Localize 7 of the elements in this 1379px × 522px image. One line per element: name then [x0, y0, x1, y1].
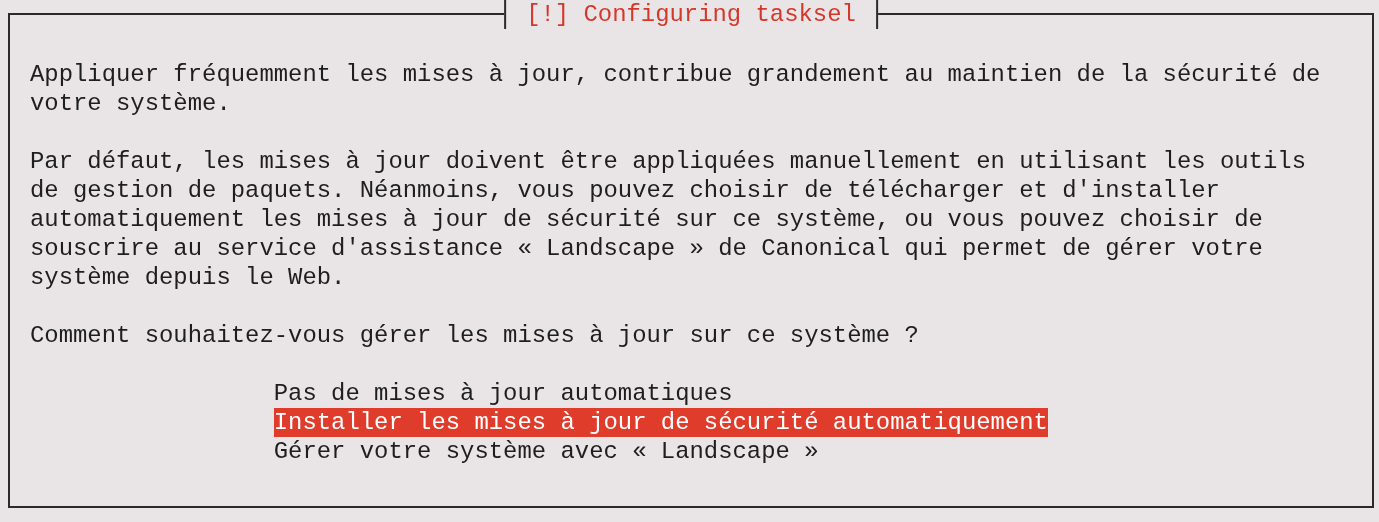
option-item[interactable]: Gérer votre système avec « Landscape »: [273, 437, 819, 466]
dialog-text: Appliquer fréquemment les mises à jour, contribue grandement au maintien de la sécurité de votre système.: [30, 60, 1322, 118]
dialog-title: [!] Configuring tasksel: [504, 0, 878, 29]
option-item[interactable]: Pas de mises à jour automatiques: [273, 379, 733, 408]
dialog-text: Par défaut, les mises à jour doivent être appliquées manuellement en utilisant les outils de gestion de paquets. Néanmoins, vous pouvez choisir de télécharger et d'installer automatiquement les mises à jour de sécurité sur ce système, ou vous pouvez choisir de souscrire au service d'assistance « Landscape » de Canonical qui permet de gérer votre système depuis le Web.: [30, 147, 1307, 292]
dialog-text: Comment souhaitez-vous gérer les mises à jour sur ce système ?: [30, 321, 920, 350]
option-item[interactable]: Installer les mises à jour de sécurité automatiquement: [273, 408, 1048, 437]
